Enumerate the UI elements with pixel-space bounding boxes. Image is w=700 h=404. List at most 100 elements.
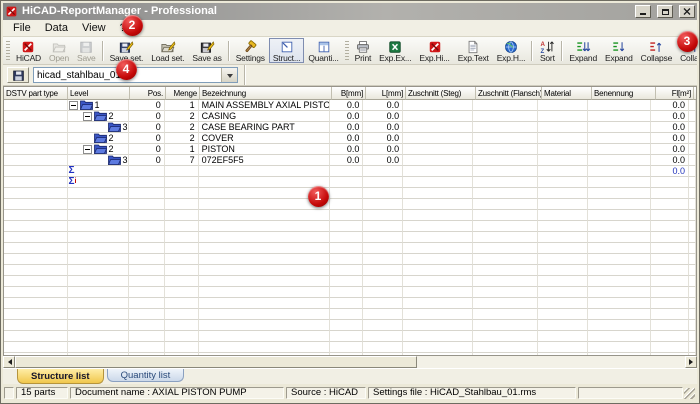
column-header-bez[interactable]: Bezeichnung xyxy=(200,87,332,100)
cell-benennung xyxy=(588,100,652,111)
collapse-button[interactable]: Collapse xyxy=(637,38,676,63)
sort-az-icon: AZ xyxy=(539,40,555,54)
title-bar[interactable]: HiCAD-ReportManager - Professional xyxy=(3,3,697,20)
export-html-button[interactable]: Exp.H... xyxy=(493,38,530,63)
tree-expander-minus[interactable] xyxy=(69,101,78,110)
chevron-down-icon xyxy=(227,74,233,81)
column-header-menge[interactable]: Menge xyxy=(166,87,200,100)
column-header-b[interactable]: B[mm] xyxy=(332,87,366,100)
cell-empty xyxy=(538,298,588,309)
cell-empty xyxy=(129,298,165,309)
load-set-button[interactable]: Load set. xyxy=(147,38,188,63)
menu-item-file[interactable]: File xyxy=(6,21,38,36)
cell-pos xyxy=(129,166,165,177)
sort-button[interactable]: AZSort xyxy=(535,38,559,63)
structure-list-button[interactable]: Struct... xyxy=(269,38,305,63)
column-header-pos[interactable]: Pos. xyxy=(130,87,166,100)
table-body: 101MAIN ASSEMBLY AXIAL PISTON PUMP0.00.0… xyxy=(4,100,696,355)
table-row[interactable]: 302CASE BEARING PART0.00.00.0 xyxy=(4,122,696,133)
column-header-level[interactable]: Level xyxy=(68,87,130,100)
column-header-zsteg[interactable]: Zuschnitt (Steg) xyxy=(406,87,476,100)
cell-empty xyxy=(363,298,403,309)
cell-empty xyxy=(473,188,539,199)
tree-expander-minus[interactable] xyxy=(83,145,92,154)
save-settings-button[interactable] xyxy=(7,67,29,83)
cell-empty xyxy=(403,232,472,243)
quantity-list-button[interactable]: Quanti... xyxy=(304,38,342,63)
export-excel-button[interactable]: Exp.Ex... xyxy=(375,38,415,63)
cell-empty xyxy=(538,221,588,232)
column-header-zflansch[interactable]: Zuschnitt (Flansch) xyxy=(476,87,542,100)
close-button[interactable] xyxy=(679,5,695,18)
table-row[interactable]: 201PISTON0.00.00.0 xyxy=(4,144,696,155)
cell-zsteg xyxy=(403,155,472,166)
cell-b xyxy=(330,166,364,177)
table-row[interactable]: 101MAIN ASSEMBLY AXIAL PISTON PUMP0.00.0… xyxy=(4,100,696,111)
scrollbar-track[interactable] xyxy=(417,356,685,368)
cell-benennung xyxy=(588,111,652,122)
cell-l: 0.0 xyxy=(363,155,403,166)
maximize-button[interactable] xyxy=(657,5,673,18)
table-row[interactable]: 202CASING0.00.00.0 xyxy=(4,111,696,122)
horizontal-scrollbar[interactable] xyxy=(3,356,697,368)
quantity-list-icon xyxy=(316,40,332,54)
column-header-dstv[interactable]: DSTV part type xyxy=(4,87,68,100)
expand-all-button[interactable]: Expand xyxy=(565,38,601,63)
cell-empty xyxy=(129,331,165,342)
print-button[interactable]: Print xyxy=(351,38,375,63)
scroll-left-button[interactable] xyxy=(3,356,15,368)
menu-item-data[interactable]: Data xyxy=(38,21,75,36)
cell-b: 0.0 xyxy=(330,155,364,166)
cell-filler xyxy=(689,254,696,265)
export-excel-icon xyxy=(387,40,403,54)
tree-expander-minus[interactable] xyxy=(83,112,92,121)
sum-row[interactable]: Σ0.0 xyxy=(4,166,696,177)
cell-empty xyxy=(199,320,330,331)
table-empty-row xyxy=(4,254,696,265)
cell-zflansch xyxy=(473,111,539,122)
tab-structure-list[interactable]: Structure list xyxy=(17,369,104,384)
cell-filler xyxy=(689,287,696,298)
cell-empty xyxy=(129,221,165,232)
cell-empty xyxy=(129,188,165,199)
cell-empty xyxy=(68,276,130,287)
toolbar-grip[interactable] xyxy=(6,41,10,61)
table-row[interactable]: 307072EF5F50.00.00.0 xyxy=(4,155,696,166)
cell-empty xyxy=(129,210,165,221)
cell-menge: 2 xyxy=(165,122,199,133)
column-header-material[interactable]: Material xyxy=(542,87,592,100)
export-hicad-button[interactable]: Exp.Hi... xyxy=(415,38,453,63)
settings-button[interactable]: Settings xyxy=(232,38,269,63)
expand-button[interactable]: Expand xyxy=(601,38,637,63)
tab-quantity-list[interactable]: Quantity list xyxy=(107,369,185,382)
cell-empty xyxy=(651,243,689,254)
sum-i-row[interactable]: Σi xyxy=(4,177,696,188)
print-button-label: Print xyxy=(355,54,371,63)
cell-empty xyxy=(538,287,588,298)
minimize-button[interactable] xyxy=(635,5,651,18)
cell-empty xyxy=(4,276,68,287)
column-header-benennung[interactable]: Benennung xyxy=(592,87,656,100)
cell-menge: 2 xyxy=(165,133,199,144)
table-row[interactable]: 202COVER0.00.00.0 xyxy=(4,133,696,144)
status-source: Source : HiCAD xyxy=(286,387,366,399)
cell-bez: COVER xyxy=(199,133,330,144)
scroll-right-button[interactable] xyxy=(685,356,697,368)
cell-empty xyxy=(330,320,364,331)
menu-item-view[interactable]: View xyxy=(75,21,113,36)
scrollbar-thumb[interactable] xyxy=(15,356,417,368)
combo-dropdown-button[interactable] xyxy=(221,68,237,82)
cell-empty xyxy=(651,287,689,298)
column-header-l[interactable]: L[mm] xyxy=(366,87,406,100)
tree-node-label: 2 xyxy=(109,133,114,143)
export-text-button[interactable]: Exp.Text xyxy=(454,38,493,63)
cell-b: 0.0 xyxy=(330,133,364,144)
cell-empty xyxy=(588,232,652,243)
toolbar-grip[interactable] xyxy=(345,41,349,61)
hicad-button[interactable]: HiCAD xyxy=(12,38,45,63)
resize-grip[interactable] xyxy=(684,388,695,399)
cell-empty xyxy=(165,287,199,298)
save-as-button[interactable]: Save as xyxy=(188,38,225,63)
column-header-fl[interactable]: Fl[m²] xyxy=(656,87,694,100)
cell-empty xyxy=(538,232,588,243)
